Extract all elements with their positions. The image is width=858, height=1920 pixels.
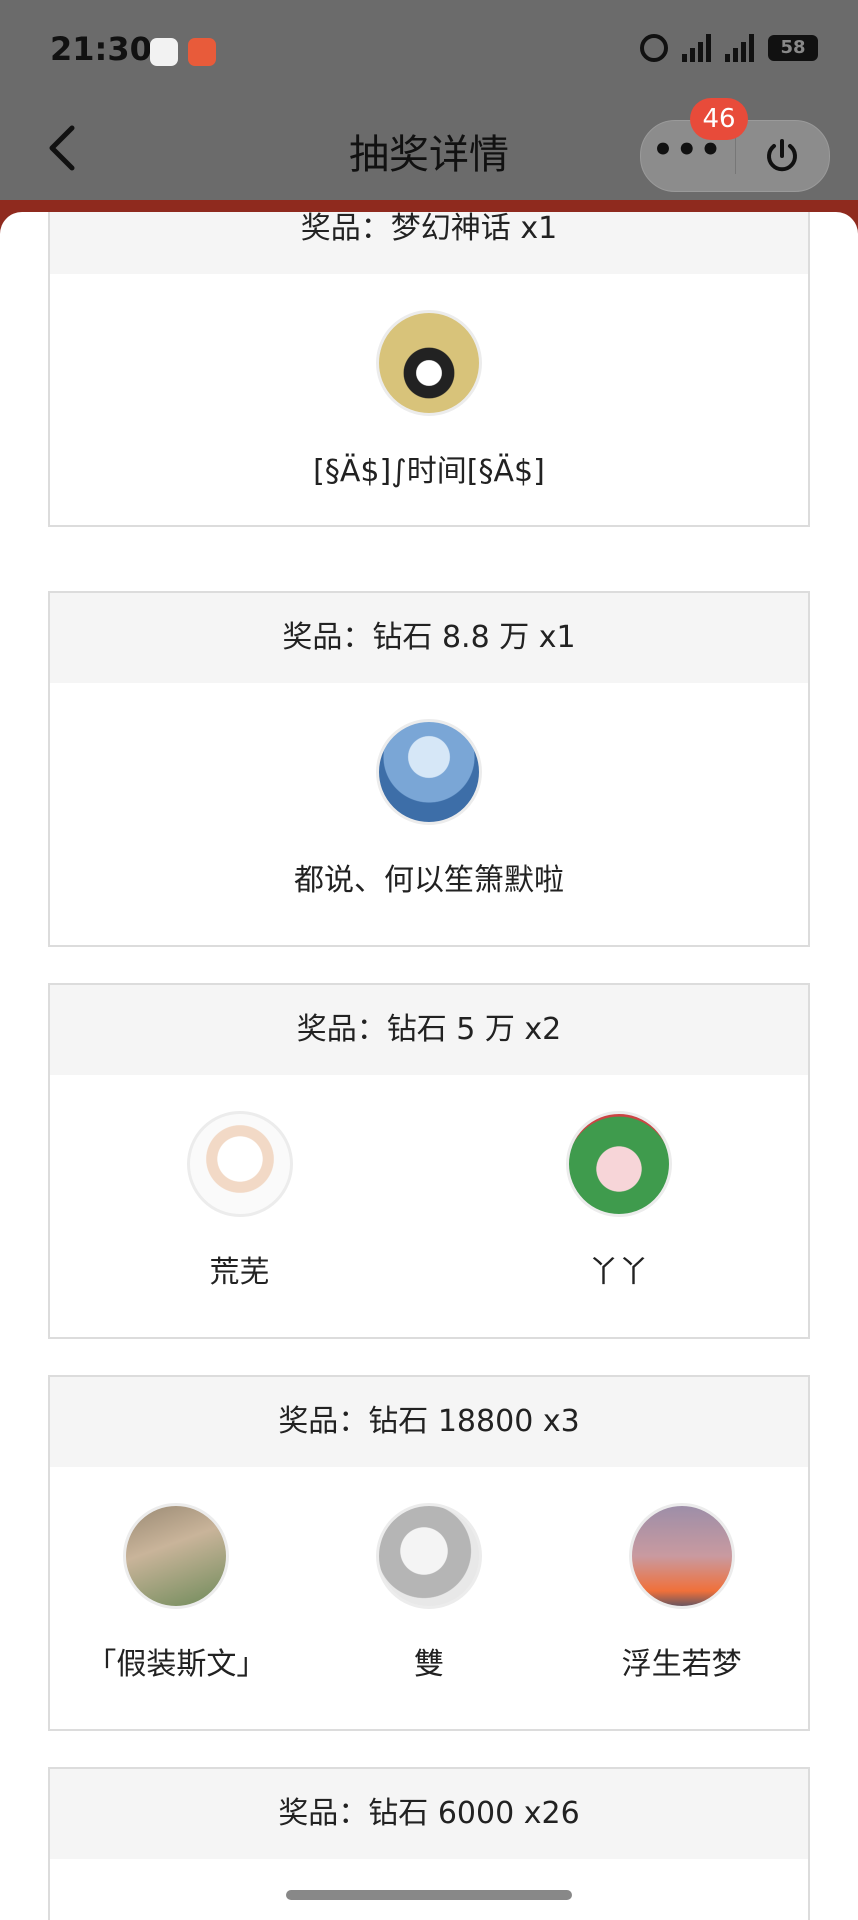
avatar (628, 1503, 735, 1609)
prize-header: 奖品：钻石 6000 x26 (50, 1769, 808, 1859)
app-notification-icon-red (188, 38, 216, 66)
prize-header: 奖品：钻石 8.8 万 x1 (50, 593, 808, 683)
winner-list: 都说、何以笙箫默啦 (50, 683, 808, 899)
avatar (376, 719, 482, 825)
winner-list: 「假装斯文」 雙 浮生若梦 (50, 1467, 808, 1683)
winner-item[interactable]: 「假装斯文」 (51, 1503, 301, 1683)
prize-card: 奖品：钻石 18800 x3 「假装斯文」 雙 浮生若梦 (48, 1375, 810, 1731)
winner-item[interactable]: 浮生若梦 (557, 1503, 807, 1683)
alarm-icon (640, 34, 668, 62)
battery-icon: 58 (768, 35, 818, 61)
winner-list: 荒芜 丫丫 (50, 1075, 808, 1291)
prize-card: 奖品：钻石 5 万 x2 荒芜 丫丫 (48, 983, 810, 1339)
prize-header: 奖品：钻石 18800 x3 (50, 1377, 808, 1467)
prize-card: 奖品：梦幻神话 x1 [§Ä$]∫时间[§Ä$] (48, 212, 810, 527)
winner-item[interactable]: 雙 (304, 1503, 554, 1683)
avatar (186, 1111, 293, 1217)
winner-name: 丫丫 (588, 1255, 649, 1290)
status-time: 21:30 (50, 30, 152, 68)
prize-detail-sheet: 奖品：梦幻神话 x1 [§Ä$]∫时间[§Ä$] 奖品：钻石 8.8 万 x1 … (0, 212, 858, 1920)
prize-header: 奖品：钻石 5 万 x2 (50, 985, 808, 1075)
app-notification-icon (150, 38, 178, 66)
avatar (123, 1503, 230, 1609)
winner-name: 荒芜 (209, 1255, 270, 1290)
signal-5g-icon-2 (725, 34, 754, 62)
avatar (375, 1503, 482, 1609)
winner-name: 「假装斯文」 (86, 1647, 267, 1682)
home-indicator[interactable] (286, 1890, 572, 1900)
status-bar: 21:30 58 (0, 0, 858, 100)
prize-card: 奖品：钻石 8.8 万 x1 都说、何以笙箫默啦 (48, 591, 810, 947)
winner-name: 雙 (413, 1647, 444, 1682)
prize-header: 奖品：梦幻神话 x1 (50, 212, 808, 274)
winner-item[interactable]: 都说、何以笙箫默啦 (294, 719, 564, 899)
system-icons: 58 (640, 34, 818, 62)
winner-item[interactable]: 丫丫 (494, 1111, 744, 1291)
power-icon (767, 139, 798, 172)
winner-list: [§Ä$]∫时间[§Ä$] (50, 274, 808, 490)
winner-item[interactable]: 荒芜 (115, 1111, 365, 1291)
notification-badge: 46 (690, 98, 748, 140)
avatar (376, 310, 482, 416)
winner-name: 都说、何以笙箫默啦 (294, 863, 564, 898)
winner-name: [§Ä$]∫时间[§Ä$] (313, 454, 545, 489)
avatar (565, 1111, 672, 1217)
close-button[interactable] (736, 136, 830, 176)
signal-5g-icon (682, 34, 711, 62)
winner-item[interactable]: [§Ä$]∫时间[§Ä$] (304, 310, 554, 490)
winner-name: 浮生若梦 (621, 1647, 742, 1682)
